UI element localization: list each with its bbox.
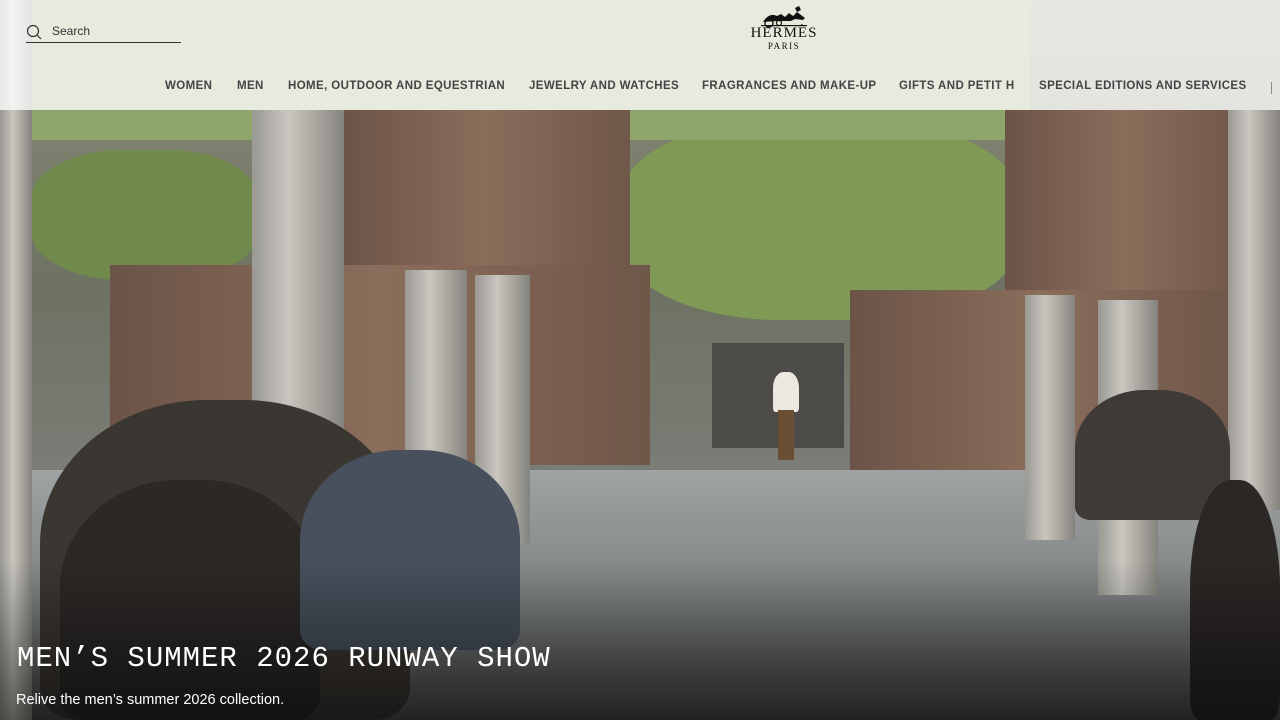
site-header: HERMÈS PARIS WOMEN MEN HOME, OUTDOOR AND… <box>0 0 1280 110</box>
main-nav: WOMEN MEN HOME, OUTDOOR AND EQUESTRIAN J… <box>0 80 1280 98</box>
nav-item-fragrances-makeup[interactable]: FRAGRANCES AND MAKE-UP <box>702 80 876 92</box>
nav-item-men[interactable]: MEN <box>237 80 264 92</box>
hermes-logo[interactable]: HERMÈS PARIS <box>730 4 838 58</box>
nav-divider <box>1271 82 1272 94</box>
nav-item-gifts-petit-h[interactable]: GIFTS AND PETIT H <box>899 80 1015 92</box>
hero-subtitle: Relive the men’s summer 2026 collection. <box>16 692 285 708</box>
brand-name: HERMÈS <box>750 25 818 41</box>
search-icon[interactable] <box>26 24 42 40</box>
nav-item-home-outdoor-equestrian[interactable]: HOME, OUTDOOR AND EQUESTRIAN <box>288 80 505 92</box>
nav-item-special-editions-services[interactable]: SPECIAL EDITIONS AND SERVICES <box>1039 80 1247 92</box>
pillar <box>1228 110 1280 510</box>
hero-title[interactable]: MEN’S SUMMER 2026 RUNWAY SHOW <box>17 642 551 675</box>
brand-city: PARIS <box>767 41 801 51</box>
wall-panel <box>1005 110 1245 300</box>
background-foliage <box>30 150 260 280</box>
search-input[interactable] <box>52 22 180 40</box>
nav-item-women[interactable]: WOMEN <box>165 80 212 92</box>
runway-model <box>773 372 799 412</box>
runway-model-legs <box>778 410 794 460</box>
wall-panel <box>340 110 630 280</box>
nav-item-jewelry-watches[interactable]: JEWELRY AND WATCHES <box>529 80 679 92</box>
pillar <box>1025 295 1075 540</box>
search-bar[interactable] <box>26 22 181 43</box>
